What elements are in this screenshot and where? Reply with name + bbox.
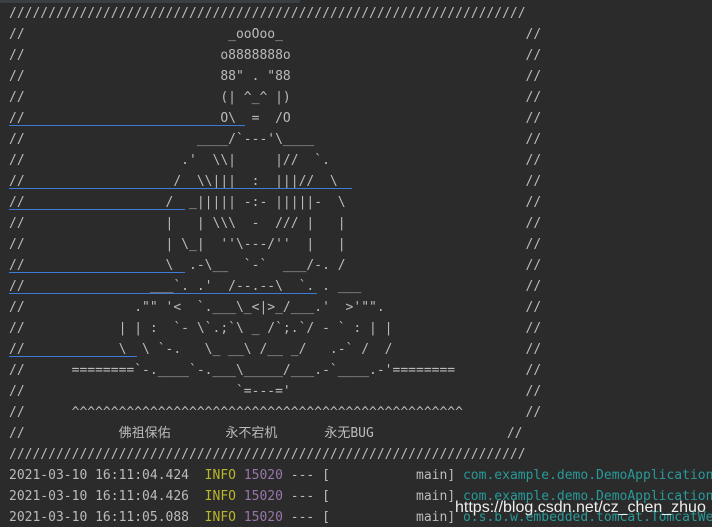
log-level: INFO (204, 510, 236, 525)
log-thread: [ main] (322, 510, 456, 525)
banner-line: // ."" '< `.___\_<|>_/___.' >'"". // (9, 300, 542, 315)
log-separator: --- (290, 489, 315, 504)
banner-line: // | \_| ''\---/'' | | // (9, 237, 542, 252)
banner-line: // | | : `- \`.;`\ _ /`;.`/ - ` : | | // (9, 321, 542, 336)
log-timestamp: 2021-03-10 16:11:05.088 (9, 510, 190, 525)
log-logger-link[interactable]: com.example.demo.DemoApplication (463, 468, 712, 483)
banner-line-link[interactable]: // / \\||| : |||// \ // (9, 171, 712, 192)
log-row: 2021-03-10 16:11:04.424 INFO 15020 --- [… (9, 465, 712, 486)
banner-line: // `=---=' // (9, 384, 542, 399)
banner-line-link[interactable]: // \ \ `-. \_ __\ /__ _/ .-` / / // (9, 339, 712, 360)
log-separator: --- (290, 510, 315, 525)
log-timestamp: 2021-03-10 16:11:04.426 (9, 489, 190, 504)
banner-line: // ^^^^^^^^^^^^^^^^^^^^^^^^^^^^^^^^^^^^^… (9, 405, 542, 420)
log-thread: [ main] (322, 468, 456, 483)
banner-line: ////////////////////////////////////////… (9, 447, 526, 462)
banner-line-link[interactable]: // \ .-\__ `-` ___/-. / // (9, 255, 712, 276)
banner-line: // 88" . "88 // (9, 69, 542, 84)
banner-line: // (| ^_^ |) // (9, 90, 542, 105)
watermark-text: https://blog.csdn.net/cz_chen_zhuo (455, 499, 706, 516)
banner-line: ////////////////////////////////////////… (9, 6, 526, 21)
banner-line: // ____/`---'\____ // (9, 132, 542, 147)
log-timestamp: 2021-03-10 16:11:04.424 (9, 468, 190, 483)
log-level: INFO (204, 489, 236, 504)
log-separator: --- (290, 468, 315, 483)
banner-line: // ========`-.____`-.___\_____/___.-`___… (9, 363, 542, 378)
log-thread: [ main] (322, 489, 456, 504)
banner-line: // o8888888o // (9, 48, 542, 63)
log-pid: 15020 (243, 489, 283, 504)
banner-line-link[interactable]: // / _||||| -:- |||||- \ // (9, 192, 712, 213)
banner-line: // 佛祖保佑 永不宕机 永无BUG // (9, 426, 523, 441)
log-pid: 15020 (243, 468, 283, 483)
banner-line-link[interactable]: // ___`. .' /--.--\ `. . ___ // (9, 276, 712, 297)
banner-line: // | | \\\ - /// | | // (9, 216, 542, 231)
log-pid: 15020 (243, 510, 283, 525)
banner-line-link[interactable]: // O\ = /O // (9, 108, 712, 129)
ascii-banner: ////////////////////////////////////////… (9, 3, 712, 465)
log-level: INFO (204, 468, 236, 483)
banner-line: // _ooOoo_ // (9, 27, 542, 42)
console-output[interactable]: ////////////////////////////////////////… (0, 0, 712, 527)
banner-line: // .' \\| |// `. // (9, 153, 542, 168)
